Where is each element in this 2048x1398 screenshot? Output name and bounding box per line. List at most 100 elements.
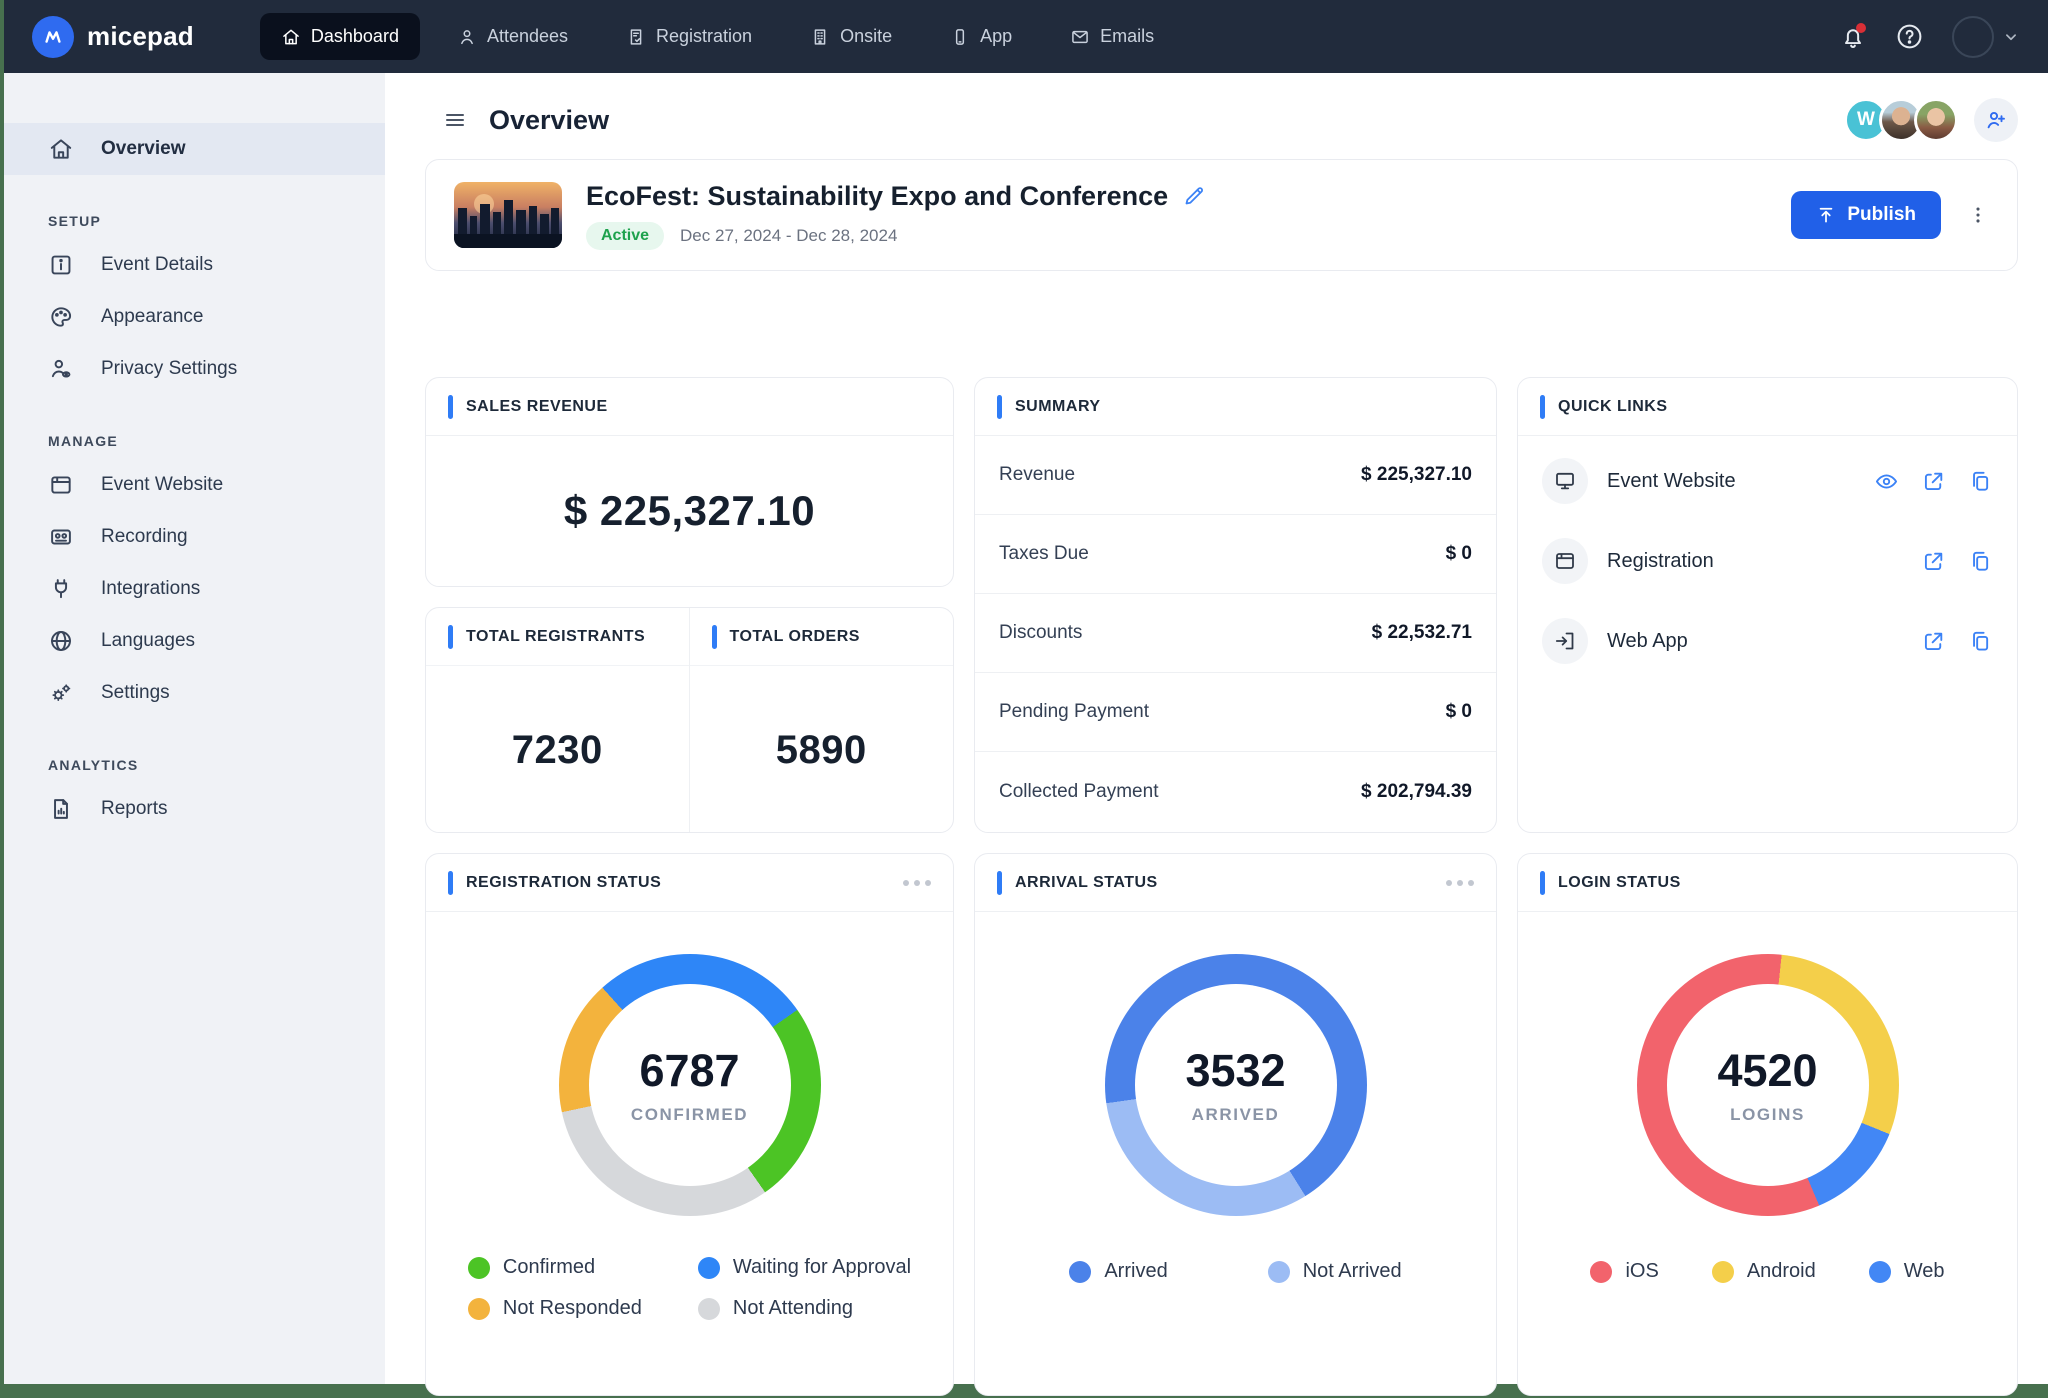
external-link-icon[interactable] xyxy=(1921,629,1946,654)
login-status-card: LOGIN STATUS 4520 LOGINS iOS xyxy=(1517,853,2018,1396)
add-member-button[interactable] xyxy=(1974,98,2018,142)
summary-row: Collected Payment $ 202,794.39 xyxy=(975,752,1496,831)
tab-label: Onsite xyxy=(840,26,892,47)
team-avatars: W xyxy=(1844,98,2018,142)
user-avatar[interactable] xyxy=(1952,16,1994,58)
card-menu-icon[interactable] xyxy=(1446,880,1474,886)
tab-emails[interactable]: Emails xyxy=(1049,13,1175,60)
legend-dot xyxy=(1268,1261,1290,1283)
external-link-icon[interactable] xyxy=(1921,549,1946,574)
registration-status-donut-chart: 6787 CONFIRMED xyxy=(559,954,821,1216)
help-button[interactable] xyxy=(1895,22,1924,51)
hamburger-menu-icon[interactable] xyxy=(443,108,467,132)
sidebar-item-event-details[interactable]: Event Details xyxy=(4,239,385,291)
summary-label: Revenue xyxy=(999,464,1075,486)
sidebar-item-languages[interactable]: Languages xyxy=(4,615,385,667)
preview-eye-icon[interactable] xyxy=(1874,469,1899,494)
quick-link-label: Registration xyxy=(1607,550,1714,573)
tab-attendees[interactable]: Attendees xyxy=(436,13,589,60)
legend-dot xyxy=(468,1257,490,1279)
external-link-icon[interactable] xyxy=(1921,469,1946,494)
legend-item: Not Attending xyxy=(698,1297,911,1320)
person-add-icon xyxy=(1984,108,2008,132)
copy-icon[interactable] xyxy=(1968,549,1993,574)
sidebar-item-integrations[interactable]: Integrations xyxy=(4,563,385,615)
sidebar-item-label: Integrations xyxy=(101,578,200,600)
legend-item: Web xyxy=(1869,1260,1945,1283)
sidebar-item-reports[interactable]: Reports xyxy=(4,783,385,835)
copy-icon[interactable] xyxy=(1968,469,1993,494)
chevron-down-icon[interactable] xyxy=(2002,28,2020,46)
legend-item: Not Arrived xyxy=(1268,1260,1402,1283)
donut-value: 6787 xyxy=(639,1045,739,1097)
kebab-menu-icon[interactable] xyxy=(1967,204,1989,226)
app-window: micepad Dashboard Attendees Registration… xyxy=(4,0,2048,1398)
event-title: EcoFest: Sustainability Expo and Confere… xyxy=(586,181,1168,212)
event-thumbnail xyxy=(454,182,562,248)
sidebar-item-overview[interactable]: Overview xyxy=(4,123,385,175)
envelope-icon xyxy=(1070,27,1090,47)
sidebar-section-setup: SETUP xyxy=(48,213,385,229)
copy-icon[interactable] xyxy=(1968,629,1993,654)
card-title: QUICK LINKS xyxy=(1558,398,1668,416)
tab-registration[interactable]: Registration xyxy=(605,13,773,60)
card-title: TOTAL ORDERS xyxy=(730,628,860,646)
building-icon xyxy=(810,27,830,47)
tab-dashboard[interactable]: Dashboard xyxy=(260,13,420,60)
sales-revenue-value: $ 225,327.10 xyxy=(564,487,815,535)
sidebar-section-manage: MANAGE xyxy=(48,433,385,449)
donut-label: ARRIVED xyxy=(1192,1105,1280,1125)
quick-link-row: Web App xyxy=(1518,606,2017,676)
document-check-icon xyxy=(626,27,646,47)
legend-item: Confirmed xyxy=(468,1256,642,1279)
event-dates: Dec 27, 2024 - Dec 28, 2024 xyxy=(680,226,897,246)
sidebar-item-label: Overview xyxy=(101,138,186,160)
home-icon xyxy=(48,136,74,162)
browser-icon xyxy=(1542,538,1588,584)
accent-bar xyxy=(1540,395,1545,419)
summary-label: Taxes Due xyxy=(999,543,1089,565)
smartphone-icon xyxy=(950,27,970,47)
summary-row: Taxes Due $ 0 xyxy=(975,515,1496,594)
legend-dot xyxy=(468,1298,490,1320)
summary-label: Discounts xyxy=(999,622,1082,644)
home-icon xyxy=(281,27,301,47)
card-menu-icon[interactable] xyxy=(903,880,931,886)
total-orders-value: 5890 xyxy=(776,728,867,773)
sidebar-item-settings[interactable]: Settings xyxy=(4,667,385,719)
total-registrants-value: 7230 xyxy=(512,728,603,773)
sidebar-item-privacy-settings[interactable]: Privacy Settings xyxy=(4,343,385,395)
accent-bar xyxy=(997,395,1002,419)
publish-button[interactable]: Publish xyxy=(1791,191,1941,239)
palette-icon xyxy=(48,304,74,330)
donut-value: 3532 xyxy=(1185,1045,1285,1097)
summary-label: Collected Payment xyxy=(999,781,1158,803)
micepad-logo-icon xyxy=(32,16,74,58)
status-badge: Active xyxy=(586,222,664,250)
summary-value: $ 0 xyxy=(1446,543,1472,565)
notifications-button[interactable] xyxy=(1839,23,1867,51)
edit-pencil-icon[interactable] xyxy=(1182,184,1206,208)
tab-app[interactable]: App xyxy=(929,13,1033,60)
tab-label: Emails xyxy=(1100,26,1154,47)
summary-card: SUMMARY Revenue $ 225,327.10 Taxes Due $… xyxy=(974,377,1497,833)
monitor-icon xyxy=(1542,458,1588,504)
tab-onsite[interactable]: Onsite xyxy=(789,13,913,60)
sidebar-item-label: Languages xyxy=(101,630,195,652)
sidebar-item-label: Event Website xyxy=(101,474,223,496)
sidebar-item-recording[interactable]: Recording xyxy=(4,511,385,563)
notification-badge xyxy=(1856,23,1866,33)
nav-right-cluster xyxy=(1839,16,2020,58)
registrants-orders-card: TOTAL REGISTRANTS 7230 TOTAL ORDERS xyxy=(425,607,954,833)
sidebar-item-appearance[interactable]: Appearance xyxy=(4,291,385,343)
card-title: ARRIVAL STATUS xyxy=(1015,874,1158,892)
sidebar-item-label: Reports xyxy=(101,798,168,820)
page-title: Overview xyxy=(489,105,609,136)
card-title: SALES REVENUE xyxy=(466,398,608,416)
privacy-user-icon xyxy=(48,356,74,382)
sidebar-item-event-website[interactable]: Event Website xyxy=(4,459,385,511)
donut-value: 4520 xyxy=(1717,1045,1817,1097)
gears-icon xyxy=(48,680,74,706)
legend-dot xyxy=(698,1298,720,1320)
avatar[interactable] xyxy=(1914,98,1958,142)
